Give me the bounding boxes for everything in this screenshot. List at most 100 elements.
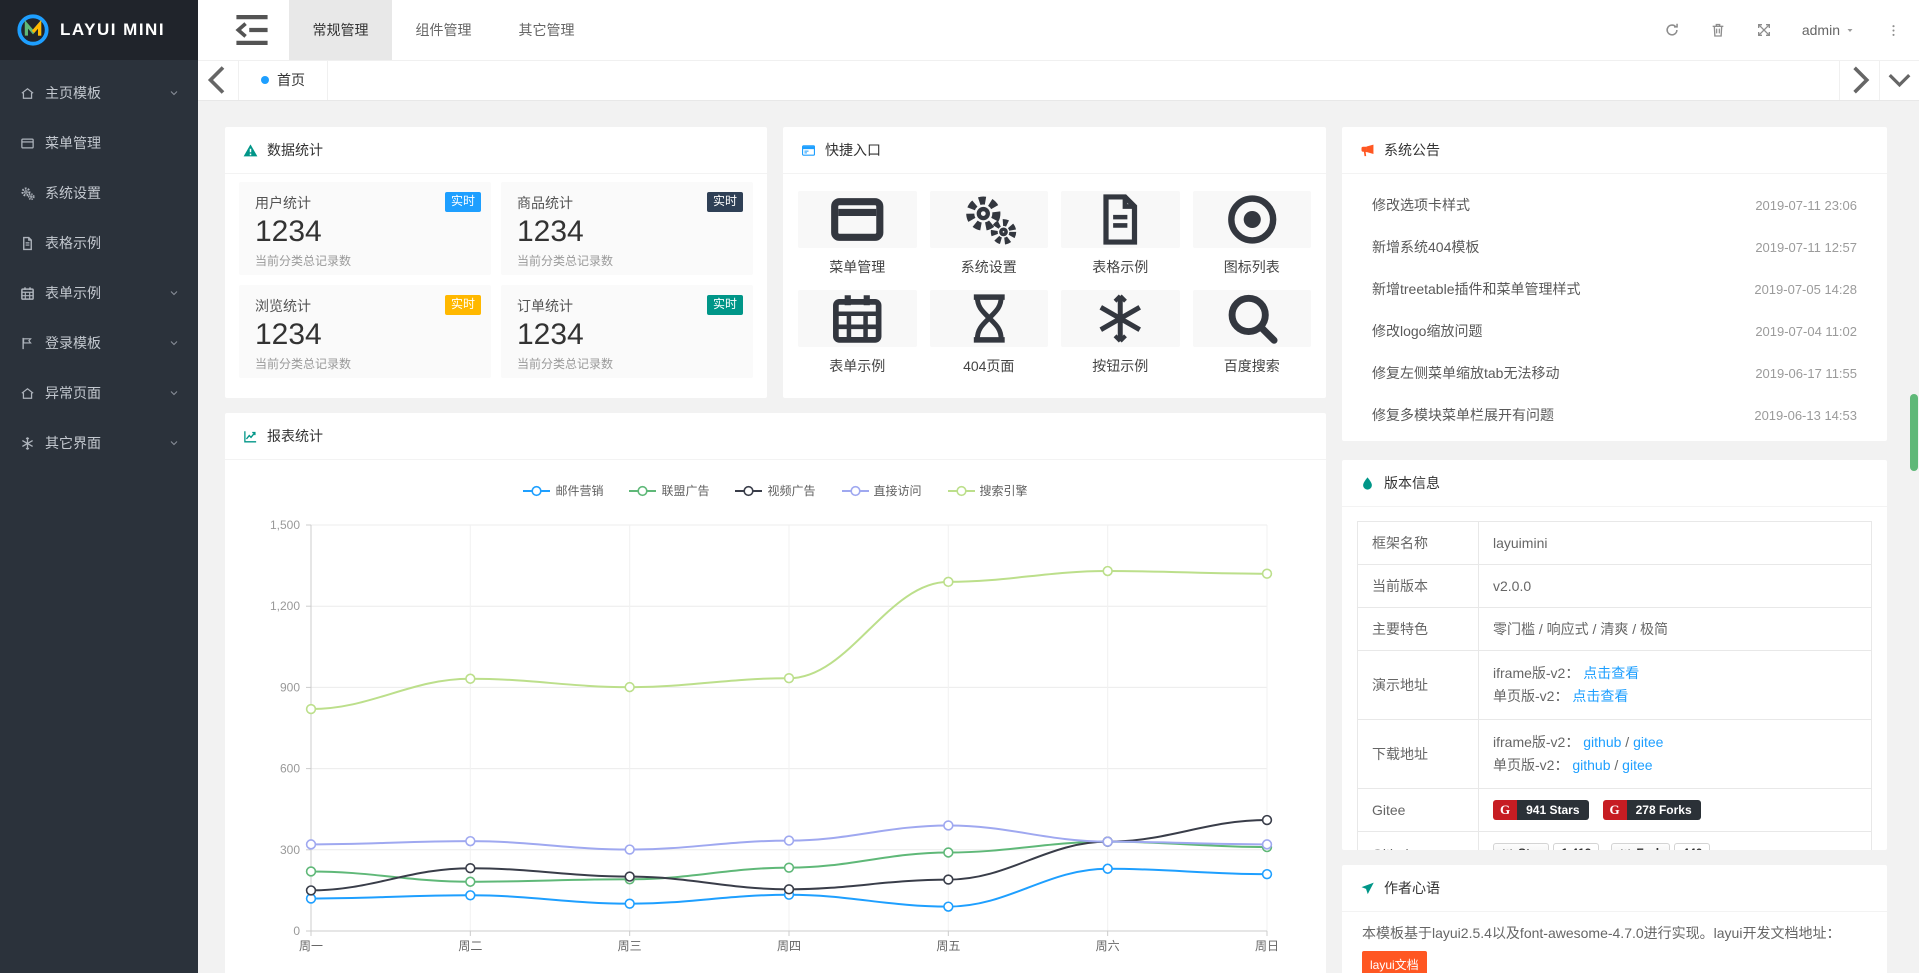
gears-icon [20,186,35,201]
legend-item-1[interactable]: 联盟广告 [629,482,709,499]
svg-text:周五: 周五 [936,939,960,953]
github-badge[interactable]: Fork440 [1611,843,1710,850]
window-icon [20,136,35,151]
shortcut-2[interactable]: 表格示例 [1061,191,1180,277]
sidebar-item-label: 其它界面 [45,433,101,453]
tab-home[interactable]: 首页 [239,60,328,100]
header-tab-2[interactable]: 其它管理 [495,0,598,60]
link[interactable]: 点击查看 [1583,665,1639,681]
shortcut-0[interactable]: 菜单管理 [798,191,917,277]
version-label: Github [1358,832,1479,851]
legend-item-4[interactable]: 搜索引擎 [948,482,1028,499]
version-table-row: 主要特色零门槛 / 响应式 / 清爽 / 极简 [1358,608,1872,651]
announcement-row[interactable]: 修复左侧菜单缩放tab无法移动2019-06-17 11:55 [1342,352,1887,394]
content-scrollbar[interactable] [1909,100,1919,973]
version-value: layuimini [1493,535,1547,551]
tabs-scroll-left-button[interactable] [198,60,239,100]
gitee-badge[interactable]: G941 Stars [1493,800,1589,820]
link[interactable]: github [1572,757,1610,773]
announcement-text: 修改logo缩放问题 [1372,321,1482,341]
stat-box-2[interactable]: 浏览统计1234当前分类总记录数实时 [239,285,491,378]
paper-plane-icon [1360,881,1375,896]
announcement-text: 修复左侧菜单缩放tab无法移动 [1372,363,1559,383]
sidebar-item-2[interactable]: 系统设置 [0,168,198,218]
announcement-row[interactable]: 修改logo缩放问题2019-07-04 11:02 [1342,310,1887,352]
clear-cache-icon[interactable] [1710,22,1726,38]
main-content: 数据统计 用户统计1234当前分类总记录数实时商品统计1234当前分类总记录数实… [198,100,1919,973]
version-label: 下载地址 [1358,720,1479,789]
legend-item-2[interactable]: 视频广告 [735,482,815,499]
sidebar-item-3[interactable]: 表格示例 [0,218,198,268]
layui-doc-badge[interactable]: layui文档 [1362,951,1427,973]
shortcut-label: 按钮示例 [1061,356,1180,376]
shortcut-1[interactable]: 系统设置 [930,191,1049,277]
header-tab-0[interactable]: 常规管理 [289,0,392,60]
header-tab-1[interactable]: 组件管理 [392,0,495,60]
card-title: 报表统计 [267,426,323,446]
card-version-header: 版本信息 [1342,460,1887,507]
file-icon [20,236,35,251]
scrollbar-thumb[interactable] [1910,394,1918,471]
sidebar-item-6[interactable]: 异常页面 [0,368,198,418]
stat-value: 1234 [517,215,737,250]
panel-icon [801,143,816,158]
shortcut-3[interactable]: 图标列表 [1193,191,1312,277]
stat-box-3[interactable]: 订单统计1234当前分类总记录数实时 [501,285,753,378]
link[interactable]: gitee [1633,734,1663,750]
user-menu[interactable]: admin [1802,22,1856,38]
sidebar-item-label: 表格示例 [45,233,101,253]
dotcircle-icon [1193,191,1312,248]
shortcut-5[interactable]: 404页面 [930,290,1049,376]
home-icon [20,386,35,401]
announcement-row[interactable]: 修改选项卡样式2019-07-11 23:06 [1342,184,1887,226]
card-announcements-header: 系统公告 [1342,127,1887,174]
sidebar-item-7[interactable]: 其它界面 [0,418,198,468]
legend-item-0[interactable]: 邮件营销 [523,482,603,499]
sidebar-item-4[interactable]: 表单示例 [0,268,198,318]
shortcut-6[interactable]: 按钮示例 [1061,290,1180,376]
gitee-logo: G [1603,800,1627,820]
sidebar-menu: 主页模板菜单管理系统设置表格示例表单示例登录模板异常页面其它界面 [0,60,198,468]
status-badge: 实时 [707,192,743,212]
github-badge[interactable]: Star1,419 [1493,843,1599,850]
legend-item-3[interactable]: 直接访问 [842,482,922,499]
active-tab-dot [261,76,269,84]
refresh-icon[interactable] [1664,22,1680,38]
shortcut-4[interactable]: 表单示例 [798,290,917,376]
gitee-badge[interactable]: G278 Forks [1603,800,1701,820]
shortcut-7[interactable]: 百度搜索 [1193,290,1312,376]
sidebar-item-5[interactable]: 登录模板 [0,318,198,368]
stat-box-0[interactable]: 用户统计1234当前分类总记录数实时 [239,182,491,275]
sidebar-item-0[interactable]: 主页模板 [0,68,198,118]
snowflake-icon [1061,290,1180,347]
report-line-chart[interactable]: 03006009001,2001,500周一周二周三周四周五周六周日 [225,460,1324,973]
search-icon [1193,290,1312,347]
brand-logo[interactable]: LAYUI MINI [0,0,198,60]
version-table-row: 下载地址iframe版-v2： github / gitee单页版-v2： gi… [1358,720,1872,789]
octocat-icon [1501,847,1514,850]
svg-text:0: 0 [293,924,300,938]
more-options-icon[interactable] [1886,23,1901,38]
status-badge: 实时 [445,192,481,212]
sidebar-collapse-button[interactable] [230,0,274,60]
fullscreen-icon[interactable] [1756,22,1772,38]
card-author-header: 作者心语 [1342,865,1887,912]
card-title: 数据统计 [267,140,323,160]
announcement-row[interactable]: 新增系统404模板2019-07-11 12:57 [1342,226,1887,268]
link[interactable]: github [1583,734,1621,750]
announcement-row[interactable]: 修复多模块菜单栏展开有问题2019-06-13 14:53 [1342,394,1887,436]
window-big-icon [798,191,917,248]
card-title: 系统公告 [1384,140,1440,160]
announcement-list: 修改选项卡样式2019-07-11 23:06新增系统404模板2019-07-… [1342,174,1887,436]
tabs-scroll-right-button[interactable] [1839,60,1879,100]
link[interactable]: 点击查看 [1572,688,1628,704]
link[interactable]: gitee [1622,757,1652,773]
announcement-text: 新增系统404模板 [1372,237,1479,257]
sidebar-item-1[interactable]: 菜单管理 [0,118,198,168]
stat-value: 1234 [255,318,475,353]
home-icon [20,86,35,101]
stat-desc: 当前分类总记录数 [255,355,475,372]
tabs-menu-button[interactable] [1879,60,1919,100]
announcement-row[interactable]: 新增treetable插件和菜单管理样式2019-07-05 14:28 [1342,268,1887,310]
stat-box-1[interactable]: 商品统计1234当前分类总记录数实时 [501,182,753,275]
